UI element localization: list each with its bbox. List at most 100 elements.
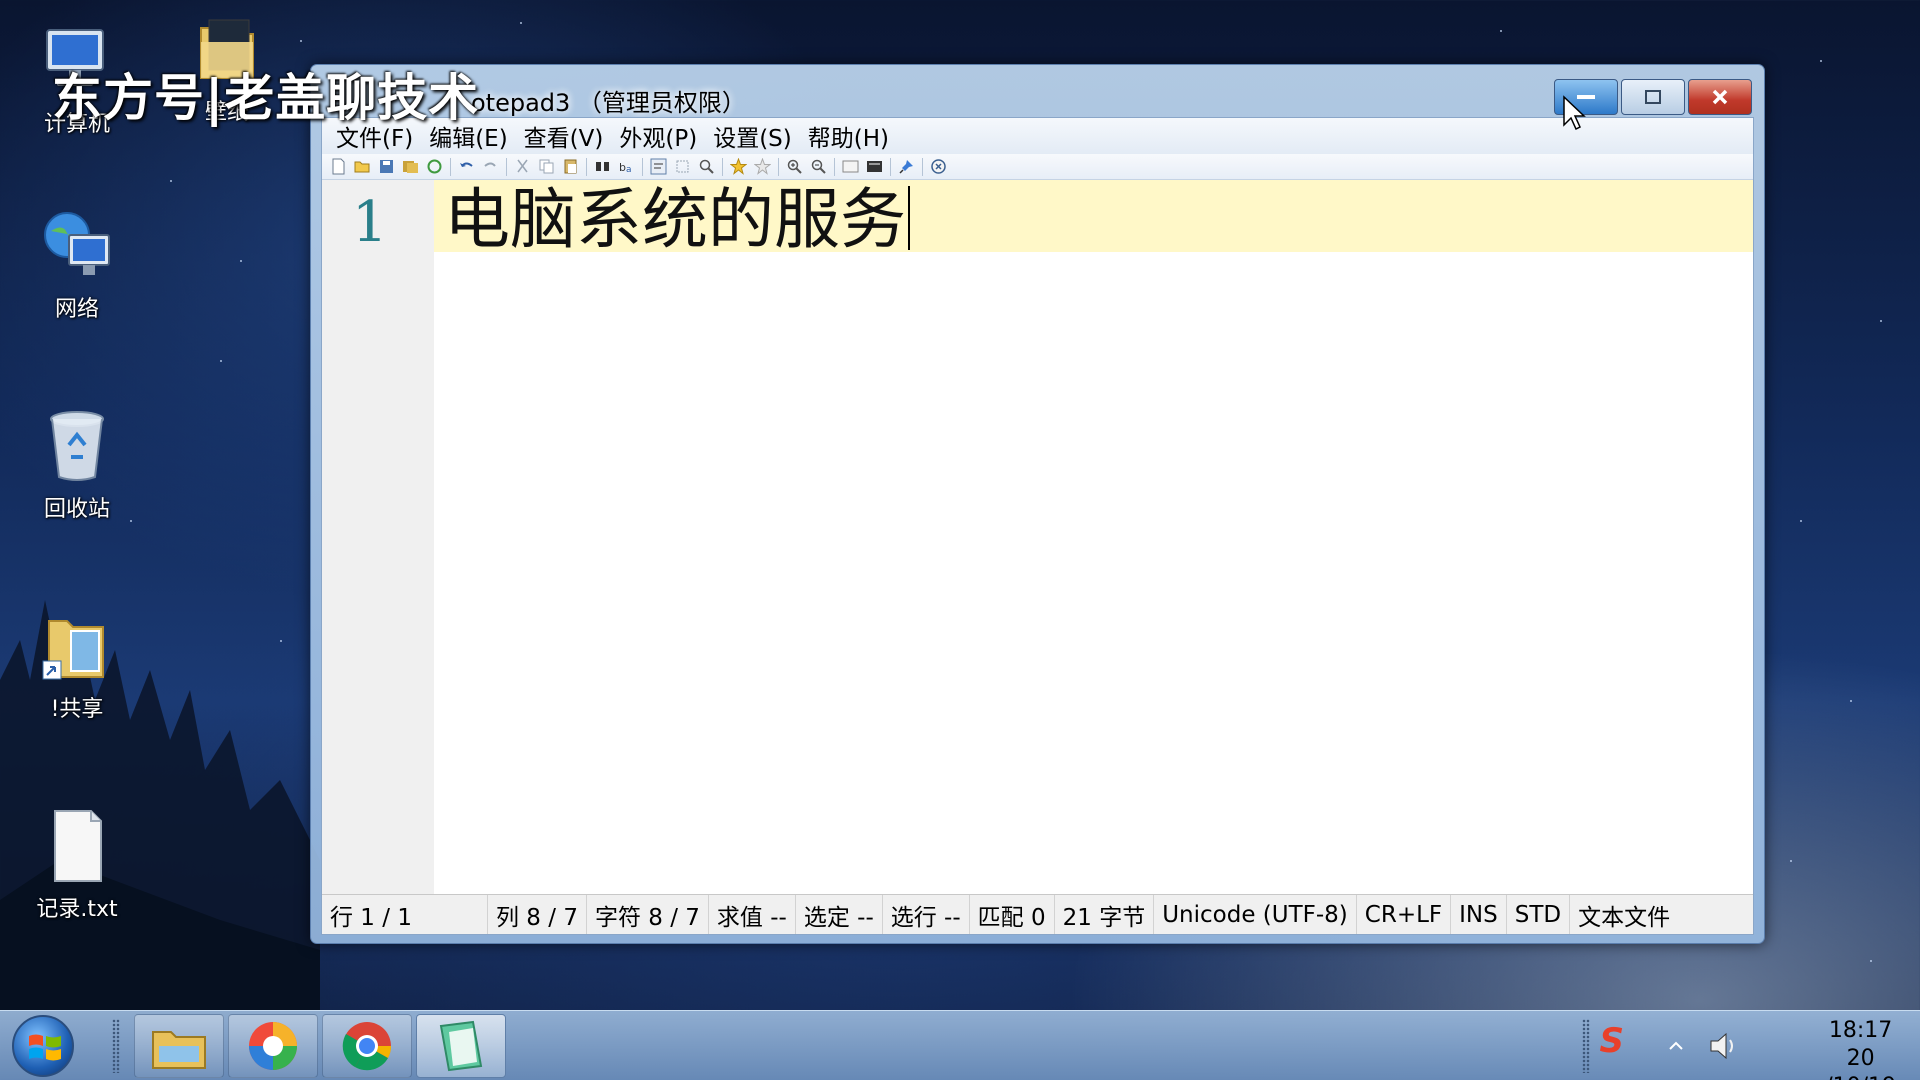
exit-icon[interactable] [930,158,947,175]
menu-settings[interactable]: 设置(S) [705,119,800,153]
status-column: 列 8 / 7 [488,895,587,934]
desktop-icon-network[interactable]: 网络 [22,205,132,323]
desktop-icon-label: 回收站 [43,497,110,522]
select-icon[interactable] [674,158,691,175]
zoom-in-icon[interactable] [786,158,803,175]
undo-icon[interactable] [458,158,475,175]
chrome-icon [342,1022,392,1071]
tree-silhouettes [0,600,320,1020]
taskbar-grip[interactable] [112,1019,120,1073]
pin-icon[interactable] [898,158,915,175]
svg-text:b: b [619,161,626,174]
zoom-out-icon[interactable] [810,158,827,175]
replace-icon[interactable]: ba [618,158,635,175]
redo-icon[interactable] [482,158,499,175]
taskbar: S 18:17 20 /10/19 [0,1010,1920,1080]
sogou-ime-icon[interactable]: S [1600,1021,1625,1061]
toolbar-separator [722,157,723,176]
status-line: 行 1 / 1 [322,895,488,934]
file-explorer-icon [152,1031,206,1069]
clock-date: 20 /10/19 [1825,1046,1896,1080]
toolbar: ba [322,154,1753,180]
volume-icon[interactable] [1708,1029,1740,1063]
toolbar-separator [890,157,891,176]
desktop-icon-text-file[interactable]: 记录.txt [22,805,132,923]
network-icon [37,205,117,285]
favorites-icon[interactable] [730,158,747,175]
desktop-icon-label: 网络 [54,297,99,322]
windows-logo-icon [29,1034,61,1061]
scheme-icon[interactable] [842,158,859,175]
client-area: 文件(F) 编辑(E) 查看(V) 外观(P) 设置(S) 帮助(H) ba 1… [321,117,1754,935]
status-bar: 行 1 / 1 列 8 / 7 字符 8 / 7 求值 -- 选定 -- 选行 … [322,894,1753,934]
menu-bar: 文件(F) 编辑(E) 查看(V) 外观(P) 设置(S) 帮助(H) [322,118,1753,154]
start-button[interactable] [12,1015,74,1077]
toolbar-separator [922,157,923,176]
line-number: 1 [352,190,388,255]
status-matches: 匹配 0 [970,895,1055,934]
desktop-icon-recycle-bin[interactable]: 回收站 [22,405,132,523]
desktop-icon-label: 记录.txt [36,897,118,922]
toolbar-separator [506,157,507,176]
notepad3-icon [439,1020,483,1072]
new-file-icon[interactable] [330,158,347,175]
toolbar-separator [642,157,643,176]
status-eol[interactable]: CR+LF [1357,895,1452,934]
status-selected: 选定 -- [796,895,883,934]
editor-line-text: 电脑系统的服务 [444,181,906,258]
taskbar-notepad3[interactable] [416,1014,506,1078]
desktop-icon-shared[interactable]: !共享 [22,605,132,723]
status-ins[interactable]: INS [1451,895,1507,934]
word-wrap-icon[interactable] [650,158,667,175]
notepad3-window: otepad3 （管理员权限） 文件(F) 编辑(E) 查看(V) 外观(P) … [310,64,1765,944]
menu-view[interactable]: 查看(V) [516,119,612,153]
taskbar-chrome[interactable] [322,1014,412,1078]
paste-icon[interactable] [562,158,579,175]
taskbar-360-browser[interactable] [228,1014,318,1078]
text-editor[interactable]: 1 电脑系统的服务 [322,180,1753,896]
taskbar-file-explorer[interactable] [134,1014,224,1078]
desktop-icon-label: !共享 [50,697,104,722]
add-favorite-icon[interactable] [754,158,771,175]
status-std[interactable]: STD [1507,895,1571,934]
reload-icon[interactable] [426,158,443,175]
clock-time: 18:17 [1828,1018,1893,1043]
toolbar-separator [450,157,451,176]
zoom-find-icon[interactable] [698,158,715,175]
toolbar-separator [586,157,587,176]
save-as-icon[interactable] [402,158,419,175]
cut-icon[interactable] [514,158,531,175]
menu-help[interactable]: 帮助(H) [800,119,897,153]
find-icon[interactable] [594,158,611,175]
status-sum: 求值 -- [709,895,796,934]
maximize-icon [1645,90,1661,104]
window-title: otepad3 （管理员权限） [471,89,746,117]
shared-folder-icon [37,605,117,685]
status-file-type[interactable]: 文本文件 [1570,895,1678,934]
toolbar-separator [778,157,779,176]
text-file-icon [37,805,117,885]
close-icon [1712,89,1728,105]
mouse-cursor-icon [1563,95,1586,131]
recycle-bin-icon [37,405,117,485]
watermark: 东方号|老盖聊技术 [52,69,480,127]
settings-icon[interactable] [866,158,883,175]
menu-appearance[interactable]: 外观(P) [611,119,705,153]
editor-line[interactable]: 电脑系统的服务 [444,184,910,256]
copy-icon[interactable] [538,158,555,175]
clock[interactable]: 18:17 20 /10/19 [1825,1017,1896,1080]
maximize-button[interactable] [1621,79,1685,115]
svg-text:a: a [626,165,632,175]
browser-360-icon [249,1022,297,1070]
status-chars: 字符 8 / 7 [587,895,709,934]
title-bar[interactable]: otepad3 （管理员权限） [311,65,1764,117]
status-encoding[interactable]: Unicode (UTF-8) [1154,895,1357,934]
close-button[interactable] [1688,79,1752,115]
text-caret [908,186,910,250]
show-hidden-icons-icon[interactable] [1668,1039,1684,1051]
tray-grip[interactable] [1582,1019,1590,1073]
status-bytes: 21 字节 [1055,895,1155,934]
save-icon[interactable] [378,158,395,175]
line-number-gutter: 1 [322,180,434,896]
open-folder-icon[interactable] [354,158,371,175]
